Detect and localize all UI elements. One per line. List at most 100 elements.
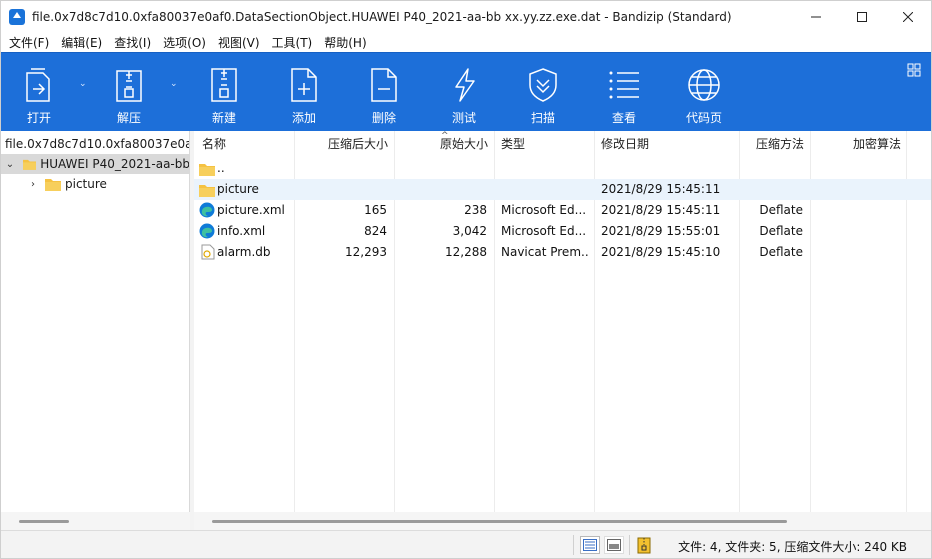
open-button[interactable]: 打开 xyxy=(19,53,59,132)
row-packed: 824 xyxy=(364,224,387,238)
list-row-picture-folder[interactable]: picture 2021/8/29 15:45:11 xyxy=(194,179,931,200)
row-packed: 165 xyxy=(364,203,387,217)
open-dropdown-icon[interactable]: ⌄ xyxy=(79,79,87,89)
menu-edit[interactable]: 编辑(E) xyxy=(55,34,108,51)
menu-help[interactable]: 帮助(H) xyxy=(318,34,372,51)
row-method: Deflate xyxy=(759,245,803,259)
menu-view[interactable]: 视图(V) xyxy=(212,34,266,51)
column-modified[interactable]: 修改日期 xyxy=(595,131,655,157)
scan-button[interactable]: 扫描 xyxy=(523,53,563,132)
tree-item-huawei-label: HUAWEI P40_2021-aa-bb xyxy=(40,157,190,171)
folder-icon xyxy=(199,185,215,197)
row-date: 2021/8/29 15:45:11 xyxy=(601,182,721,196)
row-name: alarm.db xyxy=(217,245,271,259)
row-date: 2021/8/29 15:55:01 xyxy=(601,224,721,238)
view-button[interactable]: 查看 xyxy=(604,53,644,132)
menu-bar: 文件(F) 编辑(E) 查找(I) 选项(O) 视图(V) 工具(T) 帮助(H… xyxy=(1,32,931,52)
close-button[interactable] xyxy=(885,1,931,32)
minimize-button[interactable] xyxy=(793,1,839,32)
list-row-info-xml[interactable]: info.xml 824 3,042 Microsoft Ed... 2021/… xyxy=(194,221,931,242)
list-row-parent[interactable]: .. xyxy=(194,158,931,179)
open-icon xyxy=(19,65,59,105)
tree-horizontal-scrollbar[interactable] xyxy=(1,512,190,530)
row-method: Deflate xyxy=(759,203,803,217)
delete-file-icon xyxy=(364,65,404,105)
close-icon xyxy=(903,11,913,22)
row-type: Microsoft Ed... xyxy=(501,224,587,238)
list-scroll-thumb[interactable] xyxy=(212,520,787,523)
list-view-icon xyxy=(604,65,644,105)
list-horizontal-scrollbar[interactable] xyxy=(194,512,931,530)
extract-dropdown-icon[interactable]: ⌄ xyxy=(170,79,178,89)
add-file-icon xyxy=(284,65,324,105)
expanded-chevron-icon[interactable]: ⌄ xyxy=(5,159,15,170)
list-row-alarm-db[interactable]: alarm.db 12,293 12,288 Navicat Prem... 2… xyxy=(194,242,931,263)
folder-icon xyxy=(199,164,215,176)
shield-icon xyxy=(523,65,563,105)
column-encryption[interactable]: 加密算法 xyxy=(811,131,907,157)
title-bar: file.0x7d8c7d10.0xfa80037e0af0.DataSecti… xyxy=(1,1,931,32)
bandizip-window: file.0x7d8c7d10.0xfa80037e0af0.DataSecti… xyxy=(0,0,932,559)
collapsed-chevron-icon[interactable]: › xyxy=(27,179,39,190)
tree-scroll-thumb[interactable] xyxy=(19,520,69,523)
column-name[interactable]: 名称 xyxy=(196,131,232,157)
archive-info-icon[interactable] xyxy=(637,537,651,557)
extract-icon xyxy=(109,65,149,105)
codepage-label: 代码页 xyxy=(685,111,722,125)
row-name: picture.xml xyxy=(217,203,285,217)
row-packed: 12,293 xyxy=(345,245,387,259)
menu-file[interactable]: 文件(F) xyxy=(3,34,55,51)
column-method[interactable]: 压缩方法 xyxy=(744,131,810,157)
folder-icon xyxy=(45,179,61,191)
status-divider xyxy=(629,535,630,555)
details-view-button[interactable] xyxy=(580,536,600,554)
menu-find[interactable]: 查找(I) xyxy=(108,34,157,51)
delete-button[interactable]: 删除 xyxy=(364,53,404,132)
row-type: Microsoft Ed... xyxy=(501,203,587,217)
row-date: 2021/8/29 15:45:11 xyxy=(601,203,721,217)
layout-toggle-icon[interactable] xyxy=(907,63,921,77)
extract-button[interactable]: 解压 xyxy=(109,53,149,132)
row-date: 2021/8/29 15:45:10 xyxy=(601,245,721,259)
status-divider xyxy=(573,535,574,555)
add-button[interactable]: 添加 xyxy=(284,53,324,132)
row-name: picture xyxy=(217,182,259,196)
preview-view-button[interactable] xyxy=(604,536,624,554)
menu-options[interactable]: 选项(O) xyxy=(157,34,212,51)
column-type[interactable]: 类型 xyxy=(495,131,531,157)
status-bar: 文件: 4, 文件夹: 5, 压缩文件大小: 240 KB xyxy=(1,530,931,558)
delete-label: 删除 xyxy=(371,111,396,125)
row-size: 3,042 xyxy=(452,224,487,238)
lightning-icon xyxy=(444,65,484,105)
sort-indicator-icon: ^ xyxy=(441,131,449,141)
view-label: 查看 xyxy=(611,111,636,125)
tree-item-archive-label: file.0x7d8c7d10.0xfa80037e0af0.DataSecti… xyxy=(5,137,189,151)
row-type: Navicat Prem... xyxy=(501,245,589,259)
test-label: 测试 xyxy=(451,111,476,125)
file-list: 名称 压缩后大小 原始大小 ^ 类型 修改日期 压缩方法 加密算法 .. pic… xyxy=(194,131,931,530)
tree-item-huawei[interactable]: ⌄ HUAWEI P40_2021-aa-bb xyxy=(1,154,190,174)
tree-item-archive[interactable]: file.0x7d8c7d10.0xfa80037e0af0.DataSecti… xyxy=(1,134,189,154)
codepage-button[interactable]: 代码页 xyxy=(684,53,724,132)
folder-tree: file.0x7d8c7d10.0xfa80037e0af0.DataSecti… xyxy=(1,131,190,530)
column-packed-size[interactable]: 压缩后大小 xyxy=(294,131,394,157)
menu-tools[interactable]: 工具(T) xyxy=(266,34,319,51)
tree-item-picture-label: picture xyxy=(65,177,107,191)
window-title: file.0x7d8c7d10.0xfa80037e0af0.DataSecti… xyxy=(32,9,732,24)
row-method: Deflate xyxy=(759,224,803,238)
minimize-icon xyxy=(811,16,821,17)
edge-browser-icon xyxy=(199,223,215,239)
new-button[interactable]: 新建 xyxy=(204,53,244,132)
row-name: info.xml xyxy=(217,224,266,238)
details-view-icon xyxy=(583,539,597,551)
new-label: 新建 xyxy=(211,111,236,125)
edge-browser-icon xyxy=(199,202,215,218)
maximize-button[interactable] xyxy=(839,1,885,32)
database-file-icon xyxy=(201,244,215,260)
list-row-picture-xml[interactable]: picture.xml 165 238 Microsoft Ed... 2021… xyxy=(194,200,931,221)
preview-view-icon xyxy=(607,539,621,551)
status-summary: 文件: 4, 文件夹: 5, 压缩文件大小: 240 KB xyxy=(678,540,907,554)
tree-item-picture[interactable]: › picture xyxy=(1,174,189,194)
test-button[interactable]: 测试 xyxy=(444,53,484,132)
bandizip-app-icon xyxy=(9,8,25,25)
